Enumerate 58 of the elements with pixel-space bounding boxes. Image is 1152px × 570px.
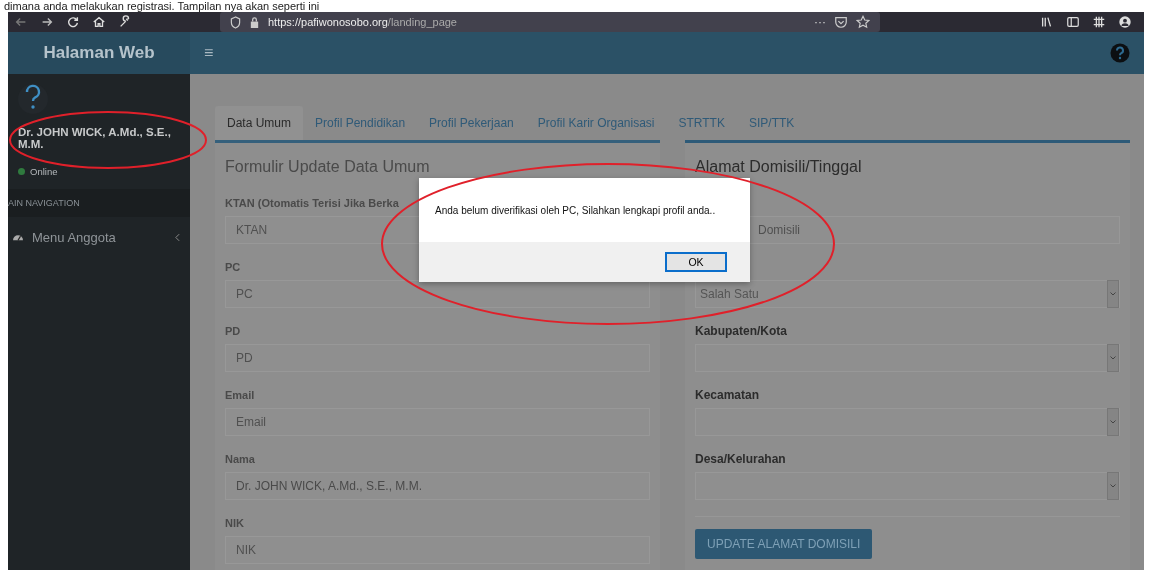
reload-icon[interactable] <box>66 15 80 29</box>
field-label: Nama <box>225 452 255 466</box>
page-actions-button[interactable]: ··· <box>814 15 826 29</box>
document-caption: dimana anda melakukan registrasi. Tampilan nya akan seperti ini <box>3 0 321 12</box>
help-icon[interactable] <box>1110 43 1130 63</box>
field-label: NIK <box>225 516 244 530</box>
home-icon[interactable] <box>92 15 106 29</box>
tab[interactable]: Profil Karir Organisasi <box>525 106 667 140</box>
field-label: Email <box>225 388 255 402</box>
brand-title[interactable]: Halaman Web <box>8 32 190 74</box>
lock-icon <box>249 15 260 29</box>
tab[interactable]: SIP/TTK <box>736 106 807 140</box>
dashboard-icon <box>12 232 24 242</box>
status-text: Online <box>30 166 58 177</box>
user-name: Dr. JOHN WICK, A.Md., S.E., M.M. <box>18 126 172 150</box>
menu-toggle[interactable]: ≡ <box>190 44 228 62</box>
dropdown-icon <box>1107 472 1119 500</box>
shield-icon <box>230 15 241 29</box>
tab[interactable]: Profil Pekerjaan <box>417 106 526 140</box>
section-label: AIN NAVIGATION <box>8 198 80 208</box>
input-field[interactable]: NIK <box>225 536 650 564</box>
update-address-button[interactable]: UPDATE ALAMAT DOMISILI <box>695 529 873 559</box>
forward-icon[interactable] <box>40 15 54 29</box>
status-dot <box>18 168 25 175</box>
dialog-message: Anda belum diverifikasi oleh PC, Silahkan lengkapi profil anda.. <box>435 204 716 216</box>
field-label: PD <box>225 324 241 338</box>
tab[interactable]: Profil Pendidikan <box>303 106 418 140</box>
field-label: PC <box>225 260 241 274</box>
input-field[interactable]: PD <box>225 344 650 372</box>
dropdown-icon <box>1107 408 1119 436</box>
field-label: Desa/Kelurahan <box>695 452 786 466</box>
form-title: Alamat Domisili/Tinggal <box>695 157 863 176</box>
back-icon[interactable] <box>14 15 28 29</box>
url-text: https://pafiwonosobo.org/landing_page <box>268 16 457 28</box>
input-field[interactable]: Dr. JOHN WICK, A.Md., S.E., M.M. <box>225 472 650 500</box>
star-icon[interactable] <box>856 15 870 29</box>
select-field[interactable] <box>695 344 1120 372</box>
select-field[interactable] <box>695 408 1120 436</box>
dropdown-icon <box>1107 280 1119 308</box>
field-label: KTAN (Otomatis Terisi Jika Berka <box>225 196 399 210</box>
grid-icon[interactable] <box>1092 15 1106 29</box>
address-bar[interactable]: https://pafiwonosobo.org/landing_page ··· <box>220 12 880 32</box>
input-field[interactable]: Email <box>225 408 650 436</box>
sidebar-icon[interactable] <box>1066 15 1080 29</box>
dropdown-icon <box>1107 344 1119 372</box>
pocket-icon[interactable] <box>834 15 848 29</box>
ok-button[interactable]: OK <box>665 252 727 272</box>
tab[interactable]: STRTTK <box>666 106 737 140</box>
select-field[interactable] <box>695 472 1120 500</box>
select-field[interactable]: Salah Satu <box>695 280 1120 308</box>
sidebar-item[interactable]: Menu Anggota <box>8 217 190 257</box>
input-field[interactable]: PC <box>225 280 650 308</box>
form-title: Formulir Update Data Umum <box>225 157 431 176</box>
account-icon[interactable] <box>1118 15 1132 29</box>
library-icon[interactable] <box>1040 15 1054 29</box>
tab[interactable]: Data Umum <box>215 106 303 140</box>
field-label: Kabupaten/Kota <box>695 324 787 338</box>
field-label: Kecamatan <box>695 388 760 402</box>
